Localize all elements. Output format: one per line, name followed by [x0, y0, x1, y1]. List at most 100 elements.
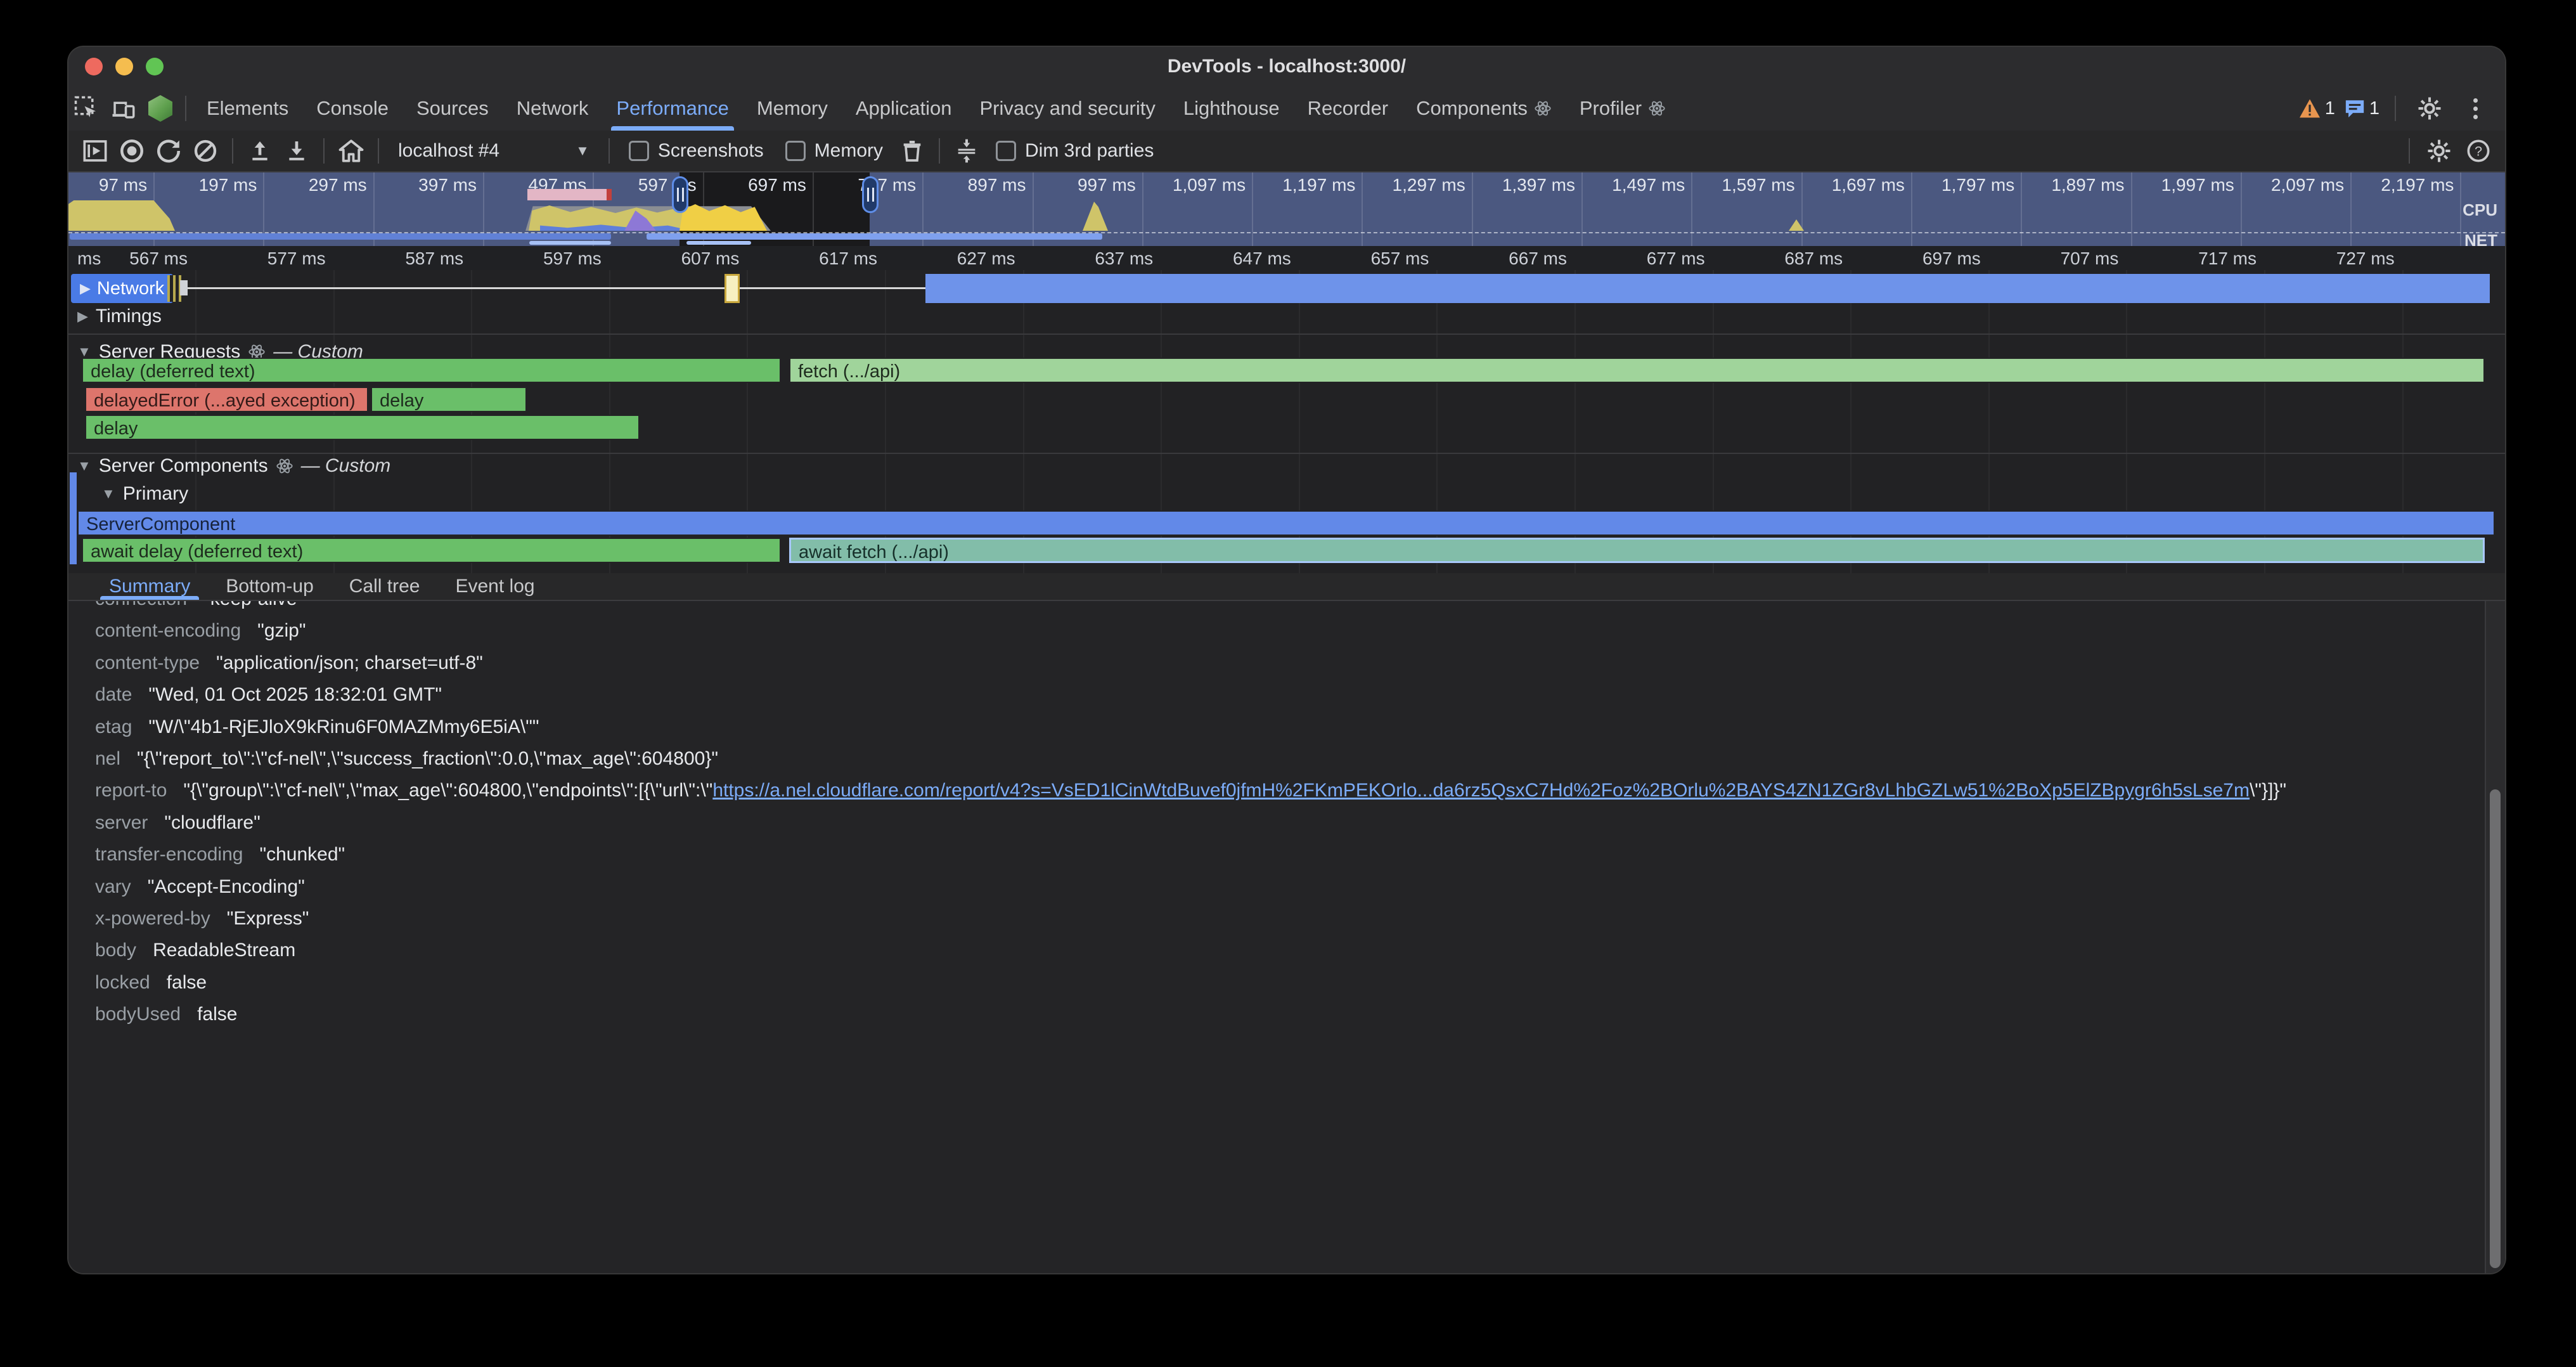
checkbox-label: Screenshots — [658, 140, 764, 162]
checkbox-box — [785, 141, 806, 161]
more-options-button[interactable] — [2457, 91, 2494, 126]
scrollbar-track[interactable] — [2485, 601, 2505, 1273]
capture-settings-button[interactable] — [2423, 134, 2456, 167]
tab-privacy-and-security[interactable]: Privacy and security — [966, 86, 1169, 131]
track-header-primary[interactable]: ▼Primary — [101, 483, 188, 505]
overview-gridline — [2021, 172, 2022, 246]
save-profile-button[interactable] — [280, 134, 313, 167]
flamechart-tracks: ▶Network▶Timings▼Server Requests— Custom… — [68, 270, 2505, 573]
tab-performance[interactable]: Performance — [602, 86, 742, 131]
report-url-link[interactable]: https://a.nel.cloudflare.com/report/v4?s… — [712, 780, 2250, 801]
property-row: bodyReadableStream — [95, 938, 295, 963]
flame-event[interactable]: delayedError (...ayed exception) — [85, 387, 368, 412]
ruler-tick-label: 727 ms — [2336, 249, 2402, 269]
property-value: "Express" — [227, 908, 309, 929]
ruler-unit-label: ms — [77, 249, 101, 269]
help-button[interactable]: ? — [2462, 134, 2495, 167]
tab-recorder[interactable]: Recorder — [1294, 86, 1403, 131]
property-key: locked — [95, 972, 150, 993]
load-profile-button[interactable] — [243, 134, 276, 167]
issues-badge[interactable]: 1 — [2344, 98, 2380, 119]
track-color-rail — [70, 472, 77, 564]
tab-call-tree[interactable]: Call tree — [334, 573, 435, 600]
memory-checkbox[interactable]: Memory — [785, 140, 883, 162]
tab-network[interactable]: Network — [503, 86, 603, 131]
property-value: "chunked" — [259, 844, 345, 865]
tab-console[interactable]: Console — [302, 86, 402, 131]
history-select[interactable]: localhost #4 ▼ — [389, 140, 598, 162]
collect-garbage-button[interactable] — [896, 134, 929, 167]
property-value: "Wed, 01 Oct 2025 18:32:01 GMT" — [148, 684, 442, 705]
track-separator — [68, 453, 2505, 454]
screenshots-checkbox[interactable]: Screenshots — [629, 140, 764, 162]
tab-profiler[interactable]: Profiler — [1566, 86, 1680, 131]
checkbox-box — [629, 141, 649, 161]
react-atom-icon — [1534, 100, 1552, 117]
flame-event[interactable]: delay — [85, 415, 640, 440]
device-toolbar-button[interactable] — [105, 91, 142, 126]
flame-event[interactable]: delay — [371, 387, 527, 412]
timeline-overview[interactable]: 97 ms197 ms297 ms397 ms497 ms597 ms697 m… — [68, 172, 2505, 246]
separator — [2409, 138, 2410, 164]
track-header-timings[interactable]: ▶Timings — [77, 306, 162, 327]
overview-tick-label: 2,197 ms — [2381, 175, 2460, 195]
property-key: x-powered-by — [95, 908, 210, 929]
inspect-element-button[interactable] — [68, 91, 105, 126]
issues-count: 1 — [2369, 98, 2380, 119]
tab-components[interactable]: Components — [1402, 86, 1566, 131]
tab-bottom-up[interactable]: Bottom-up — [210, 573, 328, 600]
inspect-icon — [74, 95, 100, 122]
track-header-network[interactable]: ▶Network — [71, 274, 173, 303]
network-request-selected[interactable] — [724, 274, 740, 303]
flame-event[interactable]: await fetch (.../api) — [789, 538, 2485, 563]
checkbox-label: Dim 3rd parties — [1025, 140, 1154, 162]
property-key: content-encoding — [95, 620, 241, 641]
network-request-bar[interactable] — [925, 274, 2490, 303]
overview-gridline — [1142, 172, 1143, 246]
tab-label: Application — [856, 97, 952, 120]
node-connection-button[interactable] — [142, 91, 179, 126]
cpu-activity-shape — [679, 204, 767, 231]
track-separator — [68, 334, 2505, 335]
flame-event[interactable]: ServerComponent — [77, 510, 2495, 536]
overview-tick-label: 397 ms — [418, 175, 483, 195]
tab-summary[interactable]: Summary — [94, 573, 205, 600]
record-and-reload-button[interactable] — [152, 134, 185, 167]
net-overview-bar — [70, 233, 611, 240]
flame-event[interactable]: delay (deferred text) — [82, 358, 781, 383]
overview-gridline — [1581, 172, 1583, 246]
dim-3rd-parties-checkbox[interactable]: Dim 3rd parties — [996, 140, 1154, 162]
flame-event[interactable]: fetch (.../api) — [789, 358, 2485, 383]
ruler-tick-label: 697 ms — [1922, 249, 1988, 269]
record-button[interactable] — [115, 134, 148, 167]
flame-event[interactable]: await delay (deferred text) — [82, 538, 781, 563]
tab-elements[interactable]: Elements — [193, 86, 302, 131]
warnings-badge[interactable]: 1 — [2298, 98, 2335, 119]
tab-memory[interactable]: Memory — [743, 86, 842, 131]
overview-right-handle[interactable] — [862, 176, 879, 213]
overview-gridline — [2350, 172, 2352, 246]
cpu-activity-shape — [527, 189, 607, 200]
scrollbar-thumb[interactable] — [2490, 789, 2501, 1268]
track-header-server-components[interactable]: ▼Server Components— Custom — [77, 455, 390, 477]
overview-gridline — [2241, 172, 2242, 246]
overview-tick-label: 1,497 ms — [1612, 175, 1691, 195]
separator — [232, 138, 233, 164]
tabbar-right: 1 1 — [2298, 91, 2505, 126]
tab-sources[interactable]: Sources — [402, 86, 503, 131]
tab-event-log[interactable]: Event log — [440, 573, 550, 600]
home-button[interactable] — [335, 134, 368, 167]
overview-left-handle[interactable] — [672, 176, 688, 213]
property-value: "gzip" — [257, 620, 306, 641]
shortcuts-dialog-button[interactable] — [950, 134, 983, 167]
tab-application[interactable]: Application — [842, 86, 966, 131]
toggle-sidebar-button[interactable] — [79, 134, 112, 167]
window-title: DevTools - localhost:3000/ — [68, 47, 2505, 86]
tab-lighthouse[interactable]: Lighthouse — [1169, 86, 1294, 131]
home-icon — [338, 138, 364, 164]
network-request-marker — [180, 280, 188, 295]
settings-button[interactable] — [2411, 91, 2448, 126]
clear-button[interactable] — [189, 134, 222, 167]
overview-gridline — [1362, 172, 1363, 246]
tab-label: Memory — [757, 97, 828, 120]
